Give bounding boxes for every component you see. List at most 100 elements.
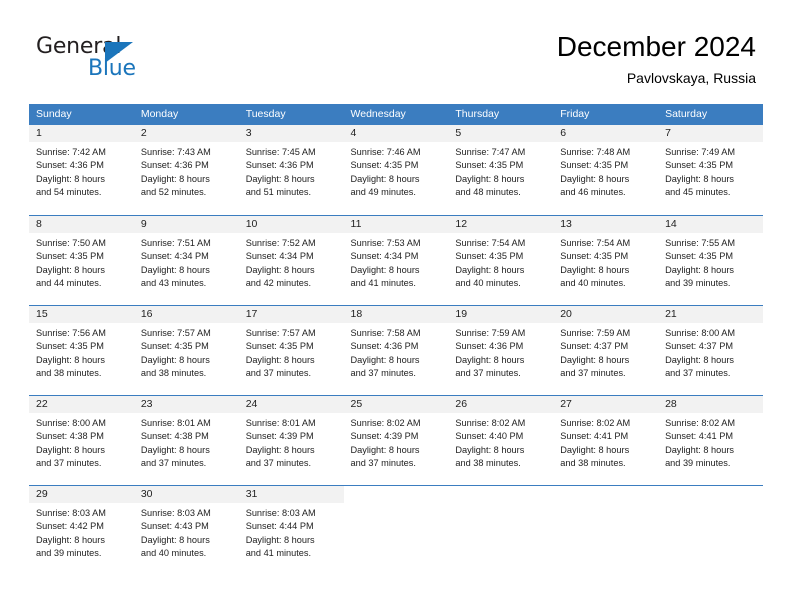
- sunset-text: Sunset: 4:35 PM: [36, 341, 104, 352]
- calendar-week-row: 29 Sunrise: 8:03 AM Sunset: 4:42 PM Dayligh…: [29, 485, 763, 575]
- day-info: Sunrise: 8:00 AM Sunset: 4:38 PM Daylight:…: [29, 413, 134, 470]
- day-number: 17: [245, 308, 258, 320]
- day-number-strip: 31: [238, 486, 344, 503]
- page-title: December 2024: [556, 31, 756, 62]
- day-number-strip: 12: [448, 216, 554, 233]
- day-info: Sunrise: 7:57 AM Sunset: 4:35 PM Daylight:…: [239, 323, 344, 380]
- daylight-text-line1: Daylight: 8 hours: [455, 444, 525, 455]
- day-info: Sunrise: 7:48 AM Sunset: 4:35 PM Daylight:…: [553, 142, 658, 199]
- daylight-text-line2: and 54 minutes.: [36, 186, 102, 197]
- daylight-text-line1: Daylight: 8 hours: [140, 173, 210, 184]
- sunset-text: Sunset: 4:34 PM: [245, 251, 314, 262]
- calendar-day-cell[interactable]: 7 Sunrise: 7:49 AM Sunset: 4:35 PM Daylight…: [658, 125, 763, 214]
- daylight-text-line2: and 51 minutes.: [245, 186, 312, 197]
- daylight-text-line2: and 38 minutes.: [36, 367, 102, 378]
- day-number: 6: [560, 127, 567, 139]
- calendar-day-cell[interactable]: 14 Sunrise: 7:55 AM Sunset: 4:35 PM Dayligh…: [658, 216, 763, 305]
- day-info: Sunrise: 7:53 AM Sunset: 4:34 PM Daylight:…: [344, 233, 449, 290]
- daylight-text-line1: Daylight: 8 hours: [245, 534, 315, 545]
- calendar-day-cell[interactable]: 6 Sunrise: 7:48 AM Sunset: 4:35 PM Daylight…: [553, 125, 659, 214]
- calendar-day-cell[interactable]: 16 Sunrise: 7:57 AM Sunset: 4:35 PM Dayligh…: [133, 306, 239, 395]
- day-number-strip: 13: [553, 216, 659, 233]
- calendar-day-cell[interactable]: 22 Sunrise: 8:00 AM Sunset: 4:38 PM Dayligh…: [29, 396, 134, 485]
- calendar-day-cell[interactable]: 25 Sunrise: 8:02 AM Sunset: 4:39 PM Dayligh…: [343, 396, 449, 485]
- calendar-day-cell[interactable]: 23 Sunrise: 8:01 AM Sunset: 4:38 PM Dayligh…: [133, 396, 239, 485]
- day-number-strip: 25: [343, 396, 449, 413]
- sunrise-text: Sunrise: 8:03 AM: [36, 508, 106, 518]
- calendar-week-row: 1 Sunrise: 7:42 AM Sunset: 4:36 PM Daylight…: [29, 125, 763, 215]
- calendar-day-cell[interactable]: 9 Sunrise: 7:51 AM Sunset: 4:34 PM Daylight…: [133, 216, 239, 305]
- calendar-day-cell[interactable]: 27 Sunrise: 8:02 AM Sunset: 4:41 PM Dayligh…: [553, 396, 659, 485]
- calendar-day-cell[interactable]: 18 Sunrise: 7:58 AM Sunset: 4:36 PM Dayligh…: [343, 306, 449, 395]
- day-number-strip: 14: [658, 216, 763, 233]
- calendar-day-cell[interactable]: 20 Sunrise: 7:59 AM Sunset: 4:37 PM Dayligh…: [553, 306, 659, 395]
- daylight-text-line1: Daylight: 8 hours: [560, 444, 630, 455]
- day-number: 29: [36, 488, 48, 500]
- day-info: Sunrise: 8:02 AM Sunset: 4:39 PM Daylight:…: [344, 413, 449, 470]
- sunset-text: Sunset: 4:37 PM: [665, 341, 733, 352]
- sunrise-text: Sunrise: 8:02 AM: [560, 418, 631, 428]
- day-number-strip: 5: [448, 125, 554, 142]
- calendar-day-cell[interactable]: 31 Sunrise: 8:03 AM Sunset: 4:44 PM Dayligh…: [238, 486, 344, 575]
- day-number: 26: [455, 398, 468, 410]
- daylight-text-line2: and 40 minutes.: [560, 277, 626, 288]
- day-number: 1: [36, 127, 42, 139]
- sunset-text: Sunset: 4:35 PM: [560, 251, 629, 262]
- calendar-day-cell[interactable]: 24 Sunrise: 8:01 AM Sunset: 4:39 PM Dayligh…: [238, 396, 344, 485]
- calendar-day-cell[interactable]: 21 Sunrise: 8:00 AM Sunset: 4:37 PM Dayligh…: [658, 306, 763, 395]
- calendar-day-cell[interactable]: 3 Sunrise: 7:45 AM Sunset: 4:36 PM Daylight…: [238, 125, 344, 214]
- calendar-day-cell[interactable]: 12 Sunrise: 7:54 AM Sunset: 4:35 PM Dayligh…: [448, 216, 554, 305]
- day-info: Sunrise: 8:01 AM Sunset: 4:39 PM Daylight:…: [239, 413, 344, 470]
- day-info: Sunrise: 7:51 AM Sunset: 4:34 PM Daylight:…: [134, 233, 239, 290]
- day-number-strip: 28: [658, 396, 763, 413]
- daylight-text-line1: Daylight: 8 hours: [665, 173, 735, 184]
- calendar-day-cell[interactable]: 29 Sunrise: 8:03 AM Sunset: 4:42 PM Dayligh…: [29, 486, 134, 575]
- sunset-text: Sunset: 4:42 PM: [36, 521, 104, 532]
- calendar-day-cell[interactable]: 5 Sunrise: 7:47 AM Sunset: 4:35 PM Daylight…: [448, 125, 554, 214]
- day-number: 31: [245, 488, 258, 500]
- sunrise-text: Sunrise: 7:49 AM: [665, 147, 736, 157]
- day-number-strip: 18: [343, 306, 449, 323]
- sunset-text: Sunset: 4:35 PM: [350, 160, 419, 171]
- day-number: 10: [245, 218, 258, 230]
- sunset-text: Sunset: 4:35 PM: [455, 251, 524, 262]
- sunrise-text: Sunrise: 8:03 AM: [140, 508, 211, 518]
- calendar-day-cell[interactable]: 17 Sunrise: 7:57 AM Sunset: 4:35 PM Dayligh…: [238, 306, 344, 395]
- page-subtitle: Pavlovskaya, Russia: [626, 70, 756, 86]
- calendar-day-cell[interactable]: 15 Sunrise: 7:56 AM Sunset: 4:35 PM Dayligh…: [29, 306, 134, 395]
- daylight-text-line1: Daylight: 8 hours: [140, 354, 210, 365]
- day-number-strip: 19: [448, 306, 554, 323]
- day-number: 12: [455, 218, 468, 230]
- calendar-day-cell[interactable]: 28 Sunrise: 8:02 AM Sunset: 4:41 PM Dayligh…: [658, 396, 763, 485]
- calendar-day-cell[interactable]: 26 Sunrise: 8:02 AM Sunset: 4:40 PM Dayligh…: [448, 396, 554, 485]
- sunset-text: Sunset: 4:35 PM: [245, 341, 314, 352]
- calendar-day-cell[interactable]: 11 Sunrise: 7:53 AM Sunset: 4:34 PM Dayligh…: [343, 216, 449, 305]
- sunrise-text: Sunrise: 7:54 AM: [560, 238, 631, 248]
- calendar-day-cell[interactable]: 4 Sunrise: 7:46 AM Sunset: 4:35 PM Daylight…: [343, 125, 449, 214]
- calendar-day-cell[interactable]: 13 Sunrise: 7:54 AM Sunset: 4:35 PM Dayligh…: [553, 216, 659, 305]
- daylight-text-line1: Daylight: 8 hours: [245, 173, 315, 184]
- calendar-day-cell-empty: [658, 486, 763, 575]
- day-number: 19: [455, 308, 468, 320]
- daylight-text-line1: Daylight: 8 hours: [665, 444, 735, 455]
- sunset-text: Sunset: 4:34 PM: [140, 251, 209, 262]
- day-number: 24: [245, 398, 258, 410]
- daylight-text-line2: and 37 minutes.: [245, 457, 312, 468]
- day-number-strip: [553, 486, 659, 503]
- calendar-day-cell[interactable]: 2 Sunrise: 7:43 AM Sunset: 4:36 PM Daylight…: [133, 125, 239, 214]
- calendar-day-cell[interactable]: 19 Sunrise: 7:59 AM Sunset: 4:36 PM Dayligh…: [448, 306, 554, 395]
- day-info: Sunrise: 7:42 AM Sunset: 4:36 PM Daylight:…: [29, 142, 134, 199]
- calendar-day-cell[interactable]: 8 Sunrise: 7:50 AM Sunset: 4:35 PM Daylight…: [29, 216, 134, 305]
- day-number: 9: [140, 218, 147, 230]
- sunrise-text: Sunrise: 7:50 AM: [36, 238, 106, 248]
- general-blue-logo[interactable]: General Blue: [36, 36, 176, 86]
- weekday-header-friday: Friday: [560, 108, 590, 120]
- daylight-text-line1: Daylight: 8 hours: [245, 444, 315, 455]
- daylight-text-line1: Daylight: 8 hours: [455, 354, 525, 365]
- calendar-day-cell[interactable]: 1 Sunrise: 7:42 AM Sunset: 4:36 PM Daylight…: [29, 125, 134, 214]
- calendar-day-cell[interactable]: 10 Sunrise: 7:52 AM Sunset: 4:34 PM Dayligh…: [238, 216, 344, 305]
- calendar-week-row: 8 Sunrise: 7:50 AM Sunset: 4:35 PM Daylight…: [29, 215, 763, 305]
- day-number-strip: 16: [133, 306, 239, 323]
- day-number-strip: 23: [133, 396, 239, 413]
- calendar-day-cell[interactable]: 30 Sunrise: 8:03 AM Sunset: 4:43 PM Dayligh…: [133, 486, 239, 575]
